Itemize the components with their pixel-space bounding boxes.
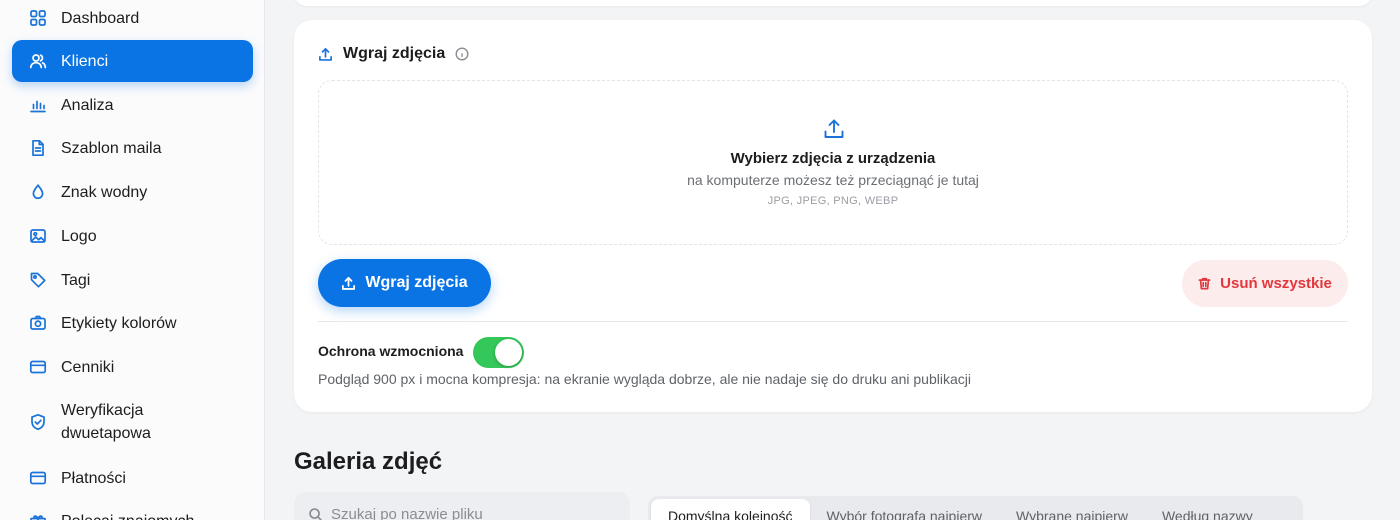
sort-option-default[interactable]: Domyślna kolejność [651, 499, 810, 520]
upload-card: Wgraj zdjęcia Wybierz zdjęcia z urządzen… [294, 20, 1372, 412]
gift-icon [29, 512, 47, 520]
gallery-search [294, 492, 630, 520]
sidebar-item-weryfikacja-dwuetapowa[interactable]: Weryfikacja dwuetapowa [12, 394, 253, 450]
toggle-knob [495, 339, 522, 366]
previous-card [294, 0, 1372, 6]
upload-icon [342, 276, 356, 290]
card-icon [29, 469, 47, 487]
dropzone-subtitle: na komputerze możesz też przeciągnąć je … [687, 172, 979, 188]
sidebar-item-label: Klienci [61, 52, 109, 70]
sidebar-item-etykiety-kolorow[interactable]: Etykiety kolorów [12, 302, 253, 344]
dropzone-title: Wybierz zdjęcia z urządzenia [730, 150, 936, 167]
image-icon [29, 227, 47, 245]
users-icon [29, 52, 47, 70]
sidebar-item-label: Szablon maila [61, 139, 162, 157]
droplet-icon [29, 183, 47, 201]
tag-icon [29, 271, 47, 289]
sidebar-item-logo[interactable]: Logo [12, 215, 253, 257]
gallery-title: Galeria zdjęć [294, 448, 443, 475]
search-icon [309, 507, 322, 520]
shield-icon [29, 413, 47, 431]
sort-option-photographer-first[interactable]: Wybór fotografa najpierw [810, 499, 1000, 520]
file-dropzone[interactable]: Wybierz zdjęcia z urządzenia na komputer… [318, 80, 1348, 245]
sidebar-item-label: Polecaj znajomych [61, 510, 194, 520]
sidebar-item-label: Płatności [61, 469, 126, 487]
protection-description: Podgląd 900 px i mocna kompresja: na ekr… [318, 371, 971, 387]
grid-icon [29, 9, 47, 27]
sidebar-item-label: Analiza [61, 96, 114, 114]
protection-toggle[interactable] [473, 337, 524, 368]
sidebar-item-szablon-maila[interactable]: Szablon maila [12, 127, 253, 169]
sort-option-selected-first[interactable]: Wybrane najpierw [999, 499, 1145, 520]
sidebar-item-label: Znak wodny [61, 183, 148, 201]
sidebar-item-klienci[interactable]: Klienci [12, 40, 253, 82]
info-icon[interactable] [445, 47, 469, 61]
sort-segmented-control: Domyślna kolejność Wybór fotografa najpi… [648, 496, 1303, 520]
sidebar-item-label: Cenniki [61, 358, 115, 376]
delete-all-button[interactable]: Usuń wszystkie [1182, 260, 1348, 307]
upload-section-title: Wgraj zdjęcia [343, 45, 446, 62]
sidebar-item-dashboard[interactable]: Dashboard [12, 0, 253, 39]
trash-icon [1198, 277, 1211, 290]
sidebar-item-cenniki[interactable]: Cenniki [12, 346, 253, 388]
divider [318, 321, 1348, 322]
upload-icon [318, 47, 333, 62]
sidebar-item-polecaj-znajomych[interactable]: Polecaj znajomych [12, 500, 253, 520]
document-icon [29, 139, 47, 157]
sidebar: Dashboard Klienci Analiza Szablon maila … [0, 0, 265, 520]
dropzone-formats: JPG, JPEG, PNG, WEBP [767, 195, 899, 207]
upload-photos-button[interactable]: Wgraj zdjęcia [318, 259, 491, 307]
sidebar-item-label: Tagi [61, 271, 91, 289]
bar-chart-icon [29, 96, 47, 114]
sidebar-item-tagi[interactable]: Tagi [12, 259, 253, 301]
upload-section-header: Wgraj zdjęcia [318, 44, 469, 64]
sidebar-item-znak-wodny[interactable]: Znak wodny [12, 171, 253, 213]
upload-icon [822, 117, 846, 141]
sidebar-item-label: Logo [61, 227, 97, 245]
card-icon [29, 358, 47, 376]
search-input[interactable] [331, 505, 611, 520]
sidebar-item-label: Etykiety kolorów [61, 314, 177, 332]
sort-option-by-name[interactable]: Według nazwy [1145, 499, 1270, 520]
sidebar-item-platnosci[interactable]: Płatności [12, 457, 253, 499]
upload-button-label: Wgraj zdjęcia [365, 274, 468, 291]
delete-button-label: Usuń wszystkie [1220, 275, 1332, 292]
sidebar-item-label: Weryfikacja dwuetapowa [61, 402, 151, 442]
protection-label: Ochrona wzmocniona [318, 343, 464, 359]
sidebar-item-analiza[interactable]: Analiza [12, 84, 253, 126]
camera-icon [29, 314, 47, 332]
sidebar-item-label: Dashboard [61, 9, 140, 27]
